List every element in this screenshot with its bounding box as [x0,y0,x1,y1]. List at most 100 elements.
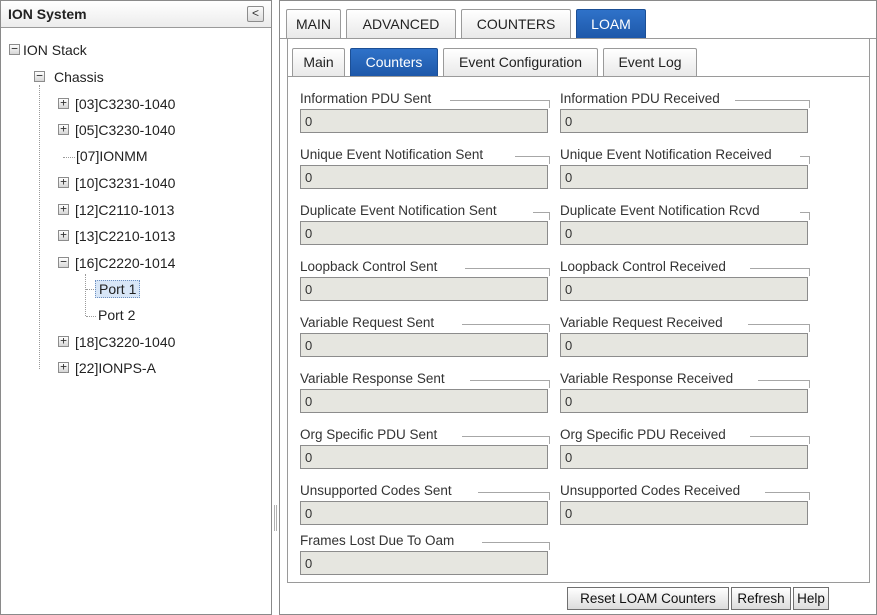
counter-value-field[interactable] [560,165,808,189]
subtab-main[interactable]: Main [292,48,345,77]
fieldset-border [750,268,810,269]
expand-icon[interactable]: + [58,176,69,188]
refresh-button[interactable]: Refresh [731,587,791,610]
fieldset-border [809,380,810,388]
fieldset-border [533,212,550,213]
device-tree-panel: ION System < − ION Stack − Chassis + [03… [0,0,272,615]
tree-node-slot-13[interactable]: [13]C2210-1013 [75,228,175,244]
counter-value-field[interactable] [560,501,808,525]
counter-value-field[interactable] [300,333,548,357]
tree-node-slot-16[interactable]: [16]C2220-1014 [75,255,175,271]
expand-icon[interactable]: + [58,123,69,135]
tree-node-slot-18[interactable]: [18]C3220-1040 [75,334,175,350]
fieldset-border [549,542,550,550]
counter-frames-lost-due-to-oam: Frames Lost Due To Oam [300,533,550,581]
counter-label: Loopback Control Sent [300,259,440,274]
tree-node-ion-stack[interactable]: ION Stack [23,42,87,58]
fieldset-border [809,268,810,276]
fieldset-border [470,380,550,381]
counter-variable-request-sent: Variable Request Sent [300,315,550,363]
counter-label: Unique Event Notification Received [560,147,774,162]
counter-duplicate-event-notification-sent: Duplicate Event Notification Sent [300,203,550,251]
fieldset-border [549,212,550,220]
help-button[interactable]: Help [793,587,829,610]
fieldset-border [549,380,550,388]
expand-icon[interactable]: + [58,335,69,347]
fieldset-border [735,100,810,101]
tree-node-slot-07[interactable]: [07]IONMM [76,148,148,164]
counter-information-pdu-received: Information PDU Received [560,91,810,139]
counter-label: Variable Request Sent [300,315,437,330]
panel-splitter[interactable] [272,0,279,615]
expand-icon[interactable]: + [58,229,69,241]
main-panel: MAIN ADVANCED COUNTERS LOAM Main Counter… [279,0,877,615]
collapse-icon[interactable]: − [9,43,20,55]
tab-counters[interactable]: COUNTERS [461,9,571,39]
tree-node-slot-05[interactable]: [05]C3230-1040 [75,122,175,138]
counter-value-field[interactable] [560,389,808,413]
tab-main[interactable]: MAIN [286,9,341,39]
counter-value-field[interactable] [300,389,548,413]
collapse-panel-button[interactable]: < [247,6,264,22]
subtab-event-log[interactable]: Event Log [603,48,697,77]
fieldset-border [450,100,550,101]
tree-connector [85,274,86,316]
counter-duplicate-event-notification-rcvd: Duplicate Event Notification Rcvd [560,203,810,251]
collapse-icon[interactable]: − [34,70,45,82]
fieldset-border [549,268,550,276]
counter-label: Information PDU Sent [300,91,434,106]
fieldset-border [809,100,810,108]
tree-node-slot-10[interactable]: [10]C3231-1040 [75,175,175,191]
tree-node-chassis[interactable]: Chassis [54,69,104,85]
tree-node-slot-12[interactable]: [12]C2110-1013 [75,202,174,218]
counter-label: Duplicate Event Notification Sent [300,203,499,218]
counter-value-field[interactable] [300,445,548,469]
tree-node-port-1[interactable]: Port 1 [95,280,141,298]
counter-value-field[interactable] [300,165,548,189]
fieldset-border [809,324,810,332]
counter-value-field[interactable] [300,109,548,133]
counter-value-field[interactable] [300,221,548,245]
counter-value-field[interactable] [560,221,808,245]
counter-variable-response-received: Variable Response Received [560,371,810,419]
tree-node-slot-22[interactable]: [22]IONPS-A [75,360,156,376]
subtab-counters[interactable]: Counters [350,48,438,77]
tree-node-slot-03[interactable]: [03]C3230-1040 [75,96,175,112]
tab-loam[interactable]: LOAM [576,9,646,39]
counter-value-field[interactable] [300,501,548,525]
fieldset-border [549,324,550,332]
splitter-grip-icon[interactable] [274,505,277,531]
counter-value-field[interactable] [560,109,808,133]
fieldset-border [549,436,550,444]
counter-value-field[interactable] [560,333,808,357]
counter-loopback-control-received: Loopback Control Received [560,259,810,307]
fieldset-border [549,492,550,500]
counter-value-field[interactable] [560,445,808,469]
tree-connector [63,157,75,158]
tree-node-port-2[interactable]: Port 2 [98,307,135,323]
counter-label: Unsupported Codes Sent [300,483,454,498]
expand-icon[interactable]: + [58,97,69,109]
counter-unsupported-codes-received: Unsupported Codes Received [560,483,810,531]
tree-connector [86,316,96,317]
counter-label: Variable Response Received [560,371,736,386]
counter-label: Duplicate Event Notification Rcvd [560,203,762,218]
fieldset-border [478,492,550,493]
subtab-event-configuration[interactable]: Event Configuration [443,48,598,77]
counter-label: Loopback Control Received [560,259,728,274]
fieldset-border [809,492,810,500]
tree-title: ION System [8,6,87,22]
tree-connector [39,85,40,369]
counter-value-field[interactable] [300,551,548,575]
expand-icon[interactable]: + [58,361,69,373]
reset-loam-counters-button[interactable]: Reset LOAM Counters [567,587,729,610]
counter-label: Org Specific PDU Sent [300,427,440,442]
fieldset-border [515,156,550,157]
collapse-icon[interactable]: − [58,256,69,268]
counter-value-field[interactable] [560,277,808,301]
counter-value-field[interactable] [300,277,548,301]
counter-label: Information PDU Received [560,91,722,106]
tab-advanced[interactable]: ADVANCED [346,9,456,39]
expand-icon[interactable]: + [58,203,69,215]
counter-label: Variable Response Sent [300,371,447,386]
